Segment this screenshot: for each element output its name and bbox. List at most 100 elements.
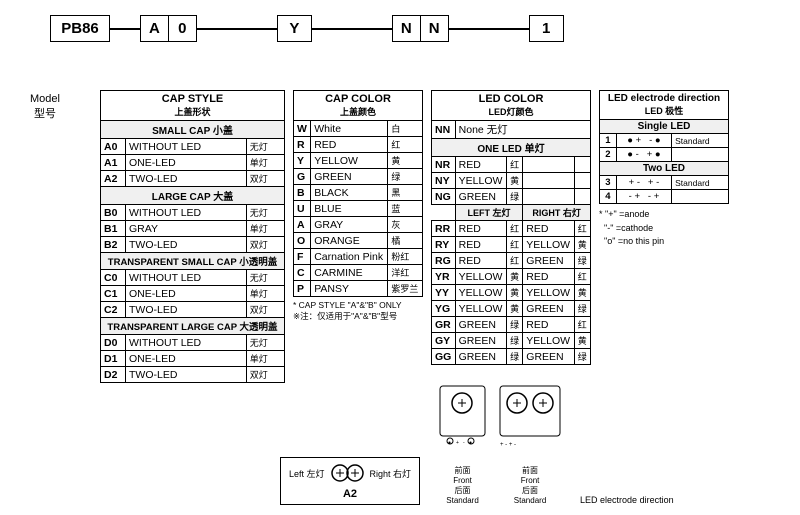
- table-row: 无灯: [246, 335, 284, 351]
- led-color-section: LED COLOR LED灯颜色 NN None 无灯 ONE LED 单灯 N…: [431, 90, 591, 365]
- table-row: GREEN: [455, 317, 506, 333]
- table-row: A2: [101, 171, 126, 187]
- code-n2: N: [421, 15, 449, 42]
- table-row: YELLOW: [523, 285, 574, 301]
- table-row: 单灯: [246, 286, 284, 302]
- table-row: YELLOW: [455, 173, 506, 189]
- table-row: 黄: [507, 269, 523, 285]
- table-row: WITHOUT LED: [126, 270, 247, 286]
- code-pb86: PB86: [50, 15, 110, 42]
- table-row: 双灯: [246, 367, 284, 383]
- large-cap-group: LARGE CAP 大盖: [101, 187, 285, 205]
- led-electrode-section: LED electrode direction LED 极性 Single LE…: [599, 90, 729, 249]
- svg-text:●: ●: [469, 440, 472, 446]
- table-row: RED: [455, 253, 506, 269]
- table-row: White: [311, 121, 388, 137]
- table-row: D1: [101, 351, 126, 367]
- one-led-group: ONE LED 单灯: [432, 139, 591, 157]
- table-row: [523, 189, 574, 205]
- table-row: C0: [101, 270, 126, 286]
- table-row: 1: [600, 134, 617, 148]
- table-row: NY: [432, 173, 456, 189]
- table-row: YY: [432, 285, 456, 301]
- table-row: [574, 157, 590, 173]
- table-row: RED: [523, 317, 574, 333]
- table-row: 绿: [574, 253, 590, 269]
- table-row: [672, 190, 729, 204]
- table-row: 绿: [574, 301, 590, 317]
- table-row: GR: [432, 317, 456, 333]
- table-row: 双灯: [246, 302, 284, 318]
- table-row: GREEN: [523, 349, 574, 365]
- table-row: RED: [455, 237, 506, 253]
- table-row: B1: [101, 221, 126, 237]
- table-row: P: [294, 281, 311, 297]
- table-row: ONE-LED: [126, 155, 247, 171]
- table-row: YELLOW: [523, 237, 574, 253]
- table-row: ONE-LED: [126, 351, 247, 367]
- led-electrode-header-en: LED electrode direction: [604, 93, 724, 104]
- table-row: 无灯: [246, 205, 284, 221]
- table-row: B0: [101, 205, 126, 221]
- table-row: ORANGE: [311, 233, 388, 249]
- code-1: 1: [529, 15, 564, 42]
- table-row: RED: [311, 137, 388, 153]
- table-row: 橘: [388, 233, 423, 249]
- table-row: ● + - ●: [616, 134, 671, 148]
- cap-color-section: CAP COLOR 上盖颜色 W White 白 R RED 红 Y YELLO…: [293, 90, 423, 322]
- table-row: D0: [101, 335, 126, 351]
- table-row: 单灯: [246, 155, 284, 171]
- table-row: GREEN: [523, 253, 574, 269]
- table-row: WITHOUT LED: [126, 205, 247, 221]
- led-color-header-zh: LED灯颜色: [436, 105, 586, 118]
- led-electrode-header-zh: LED 极性: [604, 104, 724, 117]
- table-row: Y: [294, 153, 311, 169]
- table-row: YG: [432, 301, 456, 317]
- table-row: G: [294, 169, 311, 185]
- a2-label: A2: [289, 488, 411, 500]
- code-y: Y: [277, 15, 312, 42]
- table-row: YELLOW: [523, 333, 574, 349]
- table-row: NR: [432, 157, 456, 173]
- table-row: RED: [455, 221, 506, 237]
- table-row: GY: [432, 333, 456, 349]
- table-row: 红: [507, 221, 523, 237]
- small-cap-group: SMALL CAP 小盖: [101, 121, 285, 139]
- table-row: NN: [432, 121, 456, 139]
- code-n1: N: [392, 15, 421, 42]
- table-row: YR: [432, 269, 456, 285]
- table-row: 洋红: [388, 265, 423, 281]
- code-a: A: [140, 15, 169, 42]
- table-row: U: [294, 201, 311, 217]
- table-row: RY: [432, 237, 456, 253]
- right-label: Right 右灯: [370, 467, 412, 480]
- single-led-subheader: Single LED: [600, 120, 729, 134]
- table-row: 白: [388, 121, 423, 137]
- table-row: 灰: [388, 217, 423, 233]
- table-row: 绿: [574, 349, 590, 365]
- table-row: A0: [101, 139, 126, 155]
- svg-text:+: +: [456, 440, 459, 446]
- table-row: 2: [600, 148, 617, 162]
- table-row: - + - +: [616, 190, 671, 204]
- code-0: 0: [169, 15, 197, 42]
- table-row: 黄: [507, 301, 523, 317]
- table-row: C1: [101, 286, 126, 302]
- table-row: Standard: [672, 176, 729, 190]
- table-row: 红: [507, 157, 523, 173]
- table-row: 红: [388, 137, 423, 153]
- led-diagram-boxes: ● + - ● 前面Front 后面Standard: [435, 381, 565, 505]
- cap-style-section: CAP STYLE 上盖形状 SMALL CAP 小盖 A0 WITHOUT L…: [100, 90, 285, 383]
- table-row: RG: [432, 253, 456, 269]
- table-row: CARMINE: [311, 265, 388, 281]
- table-row: 3: [600, 176, 617, 190]
- table-row: TWO-LED: [126, 171, 247, 187]
- table-row: GG: [432, 349, 456, 365]
- table-row: WITHOUT LED: [126, 335, 247, 351]
- table-row: R: [294, 137, 311, 153]
- table-row: D2: [101, 367, 126, 383]
- table-row: B2: [101, 237, 126, 253]
- table-row: [574, 173, 590, 189]
- table-row: RR: [432, 221, 456, 237]
- two-led-diagram: + - + - 前面Front 后面Standard: [495, 381, 565, 505]
